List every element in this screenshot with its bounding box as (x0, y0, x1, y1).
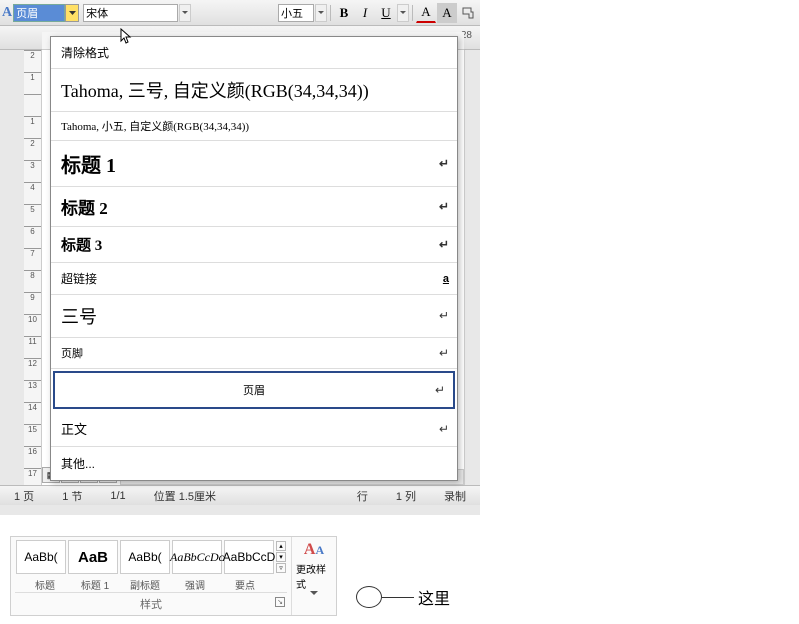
highlight-button[interactable]: A (437, 3, 457, 23)
change-style-button[interactable]: AA 更改样式 (292, 537, 336, 599)
annotation: 这里 (356, 585, 450, 609)
return-icon: ↵ (439, 422, 449, 436)
status-section: 1 节 (48, 488, 96, 504)
style-tile-title[interactable]: AaBb( (16, 540, 66, 574)
font-color-button[interactable]: A (416, 3, 436, 23)
style-item-tahoma-big[interactable]: Tahoma, 三号, 自定义颜(RGB(34,34,34)) (51, 69, 457, 112)
return-icon: ↵ (435, 383, 445, 397)
return-icon: ↵ (439, 237, 449, 252)
status-record: 录制 (430, 488, 480, 504)
font-name-input[interactable] (83, 4, 178, 22)
style-tile-points[interactable]: AaBbCcD (224, 540, 274, 574)
status-line: 行 (343, 488, 382, 504)
italic-button[interactable]: I (355, 3, 375, 23)
char-style-icon: a (443, 273, 449, 285)
status-page-of: 1/1 (96, 490, 139, 502)
styles-ribbon: AaBb( AaB AaBb( AaBbCcDc AaBbCcD ▴ ▾ ▿ 标… (10, 536, 337, 616)
gallery-down-button[interactable]: ▾ (276, 552, 286, 562)
style-tile-heading1[interactable]: AaB (68, 540, 118, 574)
gallery-up-button[interactable]: ▴ (276, 541, 286, 551)
style-name-input[interactable] (13, 4, 65, 22)
style-item-body[interactable]: 正文↵ (51, 411, 457, 447)
vertical-scrollbar[interactable] (464, 50, 480, 485)
font-dropdown-button[interactable] (179, 4, 191, 22)
font-size-input[interactable] (278, 4, 314, 22)
style-item-other[interactable]: 其他... (51, 447, 457, 480)
status-bar: 1 页 1 节 1/1 位置 1.5厘米 行 1 列 录制 (0, 485, 480, 505)
return-icon: ↵ (439, 346, 449, 360)
return-icon: ↵ (439, 156, 449, 171)
style-item-tahoma-small[interactable]: Tahoma, 小五, 自定义颜(RGB(34,34,34)) (51, 112, 457, 141)
dialog-launcher-button[interactable]: ↘ (275, 597, 285, 607)
style-dropdown-button[interactable] (65, 4, 79, 22)
gallery-more-button[interactable]: ▿ (276, 563, 286, 573)
format-painter-button[interactable] (458, 3, 478, 23)
style-item-sanhao[interactable]: 三号↵ (51, 295, 457, 338)
size-dropdown-button[interactable] (315, 4, 327, 22)
vertical-ruler: 2 1 1 2 3 4 5 6 7 8 9 10 11 12 13 14 15 … (24, 50, 42, 490)
style-item-heading3[interactable]: 标题 3↵ (51, 227, 457, 263)
style-item-heading2[interactable]: 标题 2↵ (51, 187, 457, 227)
change-style-icon: AA (304, 541, 324, 559)
underline-button[interactable]: U (376, 3, 396, 23)
style-tile-emphasis[interactable]: AaBbCcDc (172, 540, 222, 574)
underline-dropdown[interactable] (397, 4, 409, 22)
style-item-hyperlink[interactable]: 超链接a (51, 263, 457, 295)
style-item-heading1[interactable]: 标题 1↵ (51, 141, 457, 187)
annotation-circle-icon (356, 586, 382, 608)
style-tile-subtitle[interactable]: AaBb( (120, 540, 170, 574)
style-item-clear[interactable]: 清除格式 (51, 37, 457, 69)
chevron-down-icon (310, 591, 318, 595)
bold-button[interactable]: B (334, 3, 354, 23)
style-item-header[interactable]: 页眉↵ (53, 371, 455, 409)
status-col: 1 列 (382, 488, 430, 504)
style-item-footer[interactable]: 页脚↵ (51, 338, 457, 369)
status-page: 1 页 (0, 488, 48, 504)
style-icon: A (2, 5, 12, 21)
return-icon: ↵ (439, 309, 449, 324)
status-position: 位置 1.5厘米 (140, 488, 230, 504)
return-icon: ↵ (439, 199, 449, 214)
group-title-styles: 样式 ↘ (15, 592, 287, 615)
annotation-text: 这里 (418, 585, 450, 609)
style-dropdown-list: 清除格式 Tahoma, 三号, 自定义颜(RGB(34,34,34)) Tah… (50, 36, 458, 481)
